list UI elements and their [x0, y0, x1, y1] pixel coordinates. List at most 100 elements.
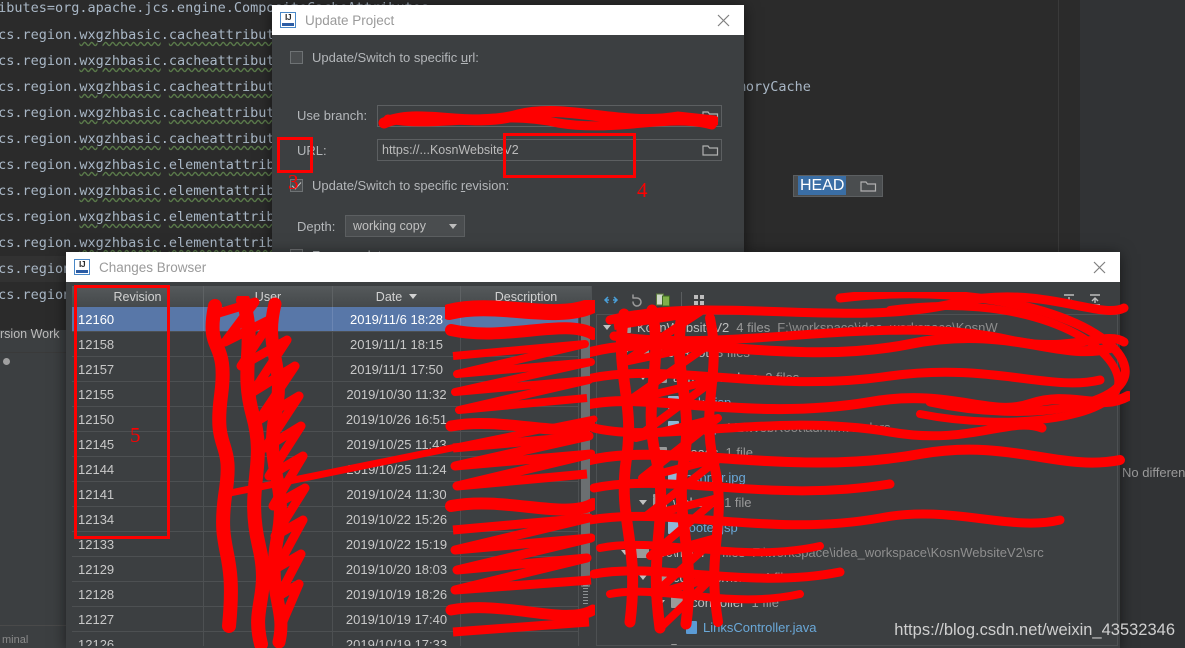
chevron-down-icon[interactable]: [603, 325, 611, 330]
url-label: URL:: [297, 143, 327, 158]
table-row[interactable]: 12127 2019/10/19 17:40: [72, 607, 592, 632]
table-row[interactable]: 12160 2019/11/6 18:28: [72, 307, 592, 332]
revision-input[interactable]: HEAD: [793, 175, 883, 197]
table-cell-user: [204, 307, 333, 331]
table-cell-date: 2019/10/25 11:24: [333, 457, 461, 481]
collapse-all-icon[interactable]: [1082, 288, 1108, 312]
table-cell-rev: 12144: [72, 457, 204, 481]
scrollbar-thumb[interactable]: [581, 307, 590, 587]
url-input[interactable]: https://...KosnWebsiteV2: [377, 139, 722, 161]
table-cell-desc: [461, 507, 591, 531]
table-row[interactable]: 12150 2019/10/26 16:51: [72, 407, 592, 432]
column-label: User: [254, 289, 282, 304]
status-bar-text: minal: [2, 634, 29, 646]
folder-icon: [635, 344, 649, 358]
file-icon: [668, 471, 679, 484]
folder-icon: [671, 594, 685, 608]
column-header-user[interactable]: User: [204, 286, 333, 307]
tree-node[interactable]: mapper 1 file: [597, 640, 1117, 645]
table-row[interactable]: 12129 2019/10/20 18:03: [72, 557, 592, 582]
update-project-dialog[interactable]: Update Project Update/Switch to specific…: [272, 5, 883, 286]
table-rows[interactable]: 12160 2019/11/6 18:28 12158 2019/11/1 18:15…: [72, 307, 592, 646]
table-row[interactable]: 12141 2019/10/24 11:30: [72, 482, 592, 507]
tree-node[interactable]: admin\vendors 2 files: [597, 365, 1117, 390]
tree-node[interactable]: controller 1 file: [597, 590, 1117, 615]
tree-node-count: 4 files: [736, 320, 771, 335]
table-row[interactable]: 12134 2019/10/22 15:26: [72, 507, 592, 532]
table-cell-desc: [461, 332, 591, 356]
table-row[interactable]: 12155 2019/10/30 11:32: [72, 382, 592, 407]
tree-node[interactable]: website 1 file: [597, 490, 1117, 515]
table-cell-date: 2019/10/24 11:30: [333, 482, 461, 506]
table-row[interactable]: 12157 2019/11/1 17:50: [72, 357, 592, 382]
table-cell-user: [204, 432, 333, 456]
tree-node[interactable]: footer.jsp: [597, 515, 1117, 540]
show-diff-icon[interactable]: [650, 288, 676, 312]
chevron-down-icon: [449, 223, 457, 229]
tree-node[interactable]: list.jsp V2\WebRoot\admin\vendors: [597, 415, 1117, 440]
table-header[interactable]: Revision User Date Description: [72, 286, 592, 308]
table-cell-date: 2019/10/22 15:26: [333, 507, 461, 531]
table-row[interactable]: 12126 2019/10/19 17:33: [72, 632, 592, 646]
close-icon[interactable]: [708, 6, 738, 34]
chevron-down-icon[interactable]: [639, 575, 647, 580]
folder-icon[interactable]: [702, 109, 719, 124]
table-cell-user: [204, 607, 333, 631]
tree-node[interactable]: src\main 4 files F:\workspace\idea_workspa…: [597, 540, 1117, 565]
intellij-logo-icon: [74, 259, 90, 275]
chevron-down-icon[interactable]: [639, 500, 647, 505]
tree-node[interactable]: links.jsp: [597, 390, 1117, 415]
toolbar-right-group[interactable]: [1056, 286, 1108, 314]
column-header-description[interactable]: Description: [461, 286, 591, 307]
revisions-scrollbar[interactable]: [578, 307, 592, 646]
intellij-logo-icon: [280, 12, 296, 28]
chevron-down-icon[interactable]: [621, 550, 629, 555]
column-header-revision[interactable]: Revision: [72, 286, 204, 307]
table-row[interactable]: 12144 2019/10/25 11:24: [72, 457, 592, 482]
version-control-label: rsion Work: [0, 327, 60, 341]
table-cell-desc: [461, 432, 591, 456]
folder-icon[interactable]: [860, 179, 877, 194]
collapse-diff-icon[interactable]: [598, 288, 624, 312]
table-cell-date: 2019/10/20 18:03: [333, 557, 461, 581]
chevron-down-icon[interactable]: [657, 600, 665, 605]
url-checkbox-row[interactable]: Update/Switch to specific url:: [290, 50, 479, 65]
group-by-icon[interactable]: [687, 288, 713, 312]
update-revision-checkbox[interactable]: [290, 179, 303, 192]
table-cell-user: [204, 507, 333, 531]
table-cell-user: [204, 457, 333, 481]
changes-browser-dialog[interactable]: Changes Browser Revision User Date Descr…: [66, 252, 1120, 648]
table-cell-desc: [461, 632, 591, 646]
revert-icon[interactable]: [624, 288, 650, 312]
use-branch-input[interactable]: [377, 105, 722, 127]
folder-icon: [653, 569, 667, 583]
revisions-table[interactable]: Revision User Date Description 12160 2019…: [72, 286, 592, 646]
tree-node[interactable]: uploads 1 file: [597, 440, 1117, 465]
table-cell-user: [204, 407, 333, 431]
changes-toolbar[interactable]: [596, 286, 1118, 314]
expand-all-icon[interactable]: [1056, 288, 1082, 312]
table-cell-date: 2019/10/26 16:51: [333, 407, 461, 431]
table-row[interactable]: 12145 2019/10/25 11:43: [72, 432, 592, 457]
tree-node[interactable]: WebRoot 3 files: [597, 340, 1117, 365]
depth-select[interactable]: working copy: [345, 215, 465, 237]
chevron-down-icon[interactable]: [639, 375, 647, 380]
table-row[interactable]: 12128 2019/10/19 18:26: [72, 582, 592, 607]
chevron-down-icon[interactable]: [639, 450, 647, 455]
changed-files-tree[interactable]: KosnWebsiteV2 4 files F:\workspace\idea_wo…: [596, 314, 1118, 646]
table-row[interactable]: 12133 2019/10/22 15:19: [72, 532, 592, 557]
tree-node-label: KosnWebsiteV2: [637, 320, 730, 335]
tree-node-path: V2\WebRoot\admin\vendors: [728, 420, 891, 435]
table-cell-user: [204, 532, 333, 556]
revision-checkbox-row[interactable]: Update/Switch to specific revision:: [290, 178, 509, 193]
column-header-date[interactable]: Date: [333, 286, 461, 307]
folder-icon[interactable]: [702, 143, 719, 158]
close-icon[interactable]: [1084, 253, 1114, 281]
tree-node[interactable]: banner.jpg: [597, 465, 1117, 490]
tree-node[interactable]: com\kosn\cms 4 files: [597, 565, 1117, 590]
update-url-checkbox[interactable]: [290, 51, 303, 64]
table-row[interactable]: 12158 2019/11/1 18:15: [72, 332, 592, 357]
version-control-panel: [0, 330, 66, 648]
tree-node[interactable]: KosnWebsiteV2 4 files F:\workspace\idea_wo…: [597, 315, 1117, 340]
chevron-down-icon[interactable]: [621, 350, 629, 355]
